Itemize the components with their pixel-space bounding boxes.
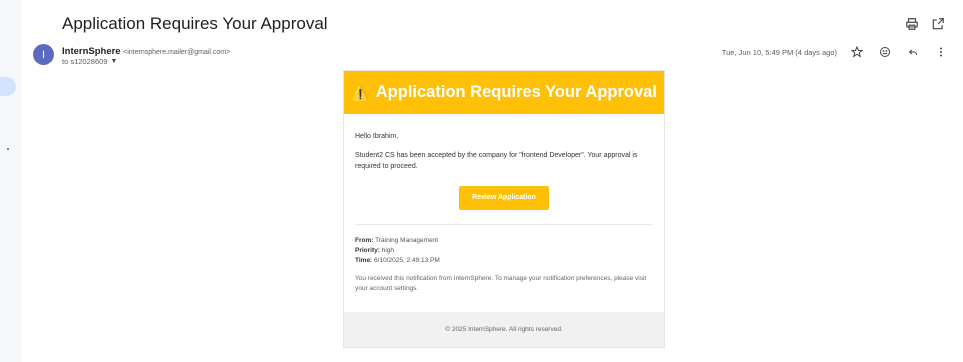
priority-value: high — [381, 247, 395, 254]
card-body: Hello Ibrahim, Student2 CS has been acce… — [344, 114, 664, 294]
recipient-details[interactable]: to s12028609 ▼ — [62, 57, 117, 66]
reply-icon[interactable] — [905, 44, 921, 60]
recipient-label: to s12028609 — [62, 57, 108, 66]
sender-line: InternSphere <internsphere.mailer@gmail.… — [62, 46, 230, 57]
left-rail — [0, 0, 22, 362]
notification-details: From: Training Management Priority: high… — [355, 236, 653, 266]
sender-email: <internsphere.mailer@gmail.com> — [123, 49, 231, 56]
card-footer: © 2025 InternSphere. All rights reserved… — [344, 312, 664, 347]
emoji-icon[interactable] — [877, 44, 893, 60]
divider — [355, 224, 653, 225]
time-value: 6/10/2025, 2:49:13 PM — [374, 257, 440, 264]
button-wrap: Review Application — [355, 186, 653, 210]
star-icon[interactable] — [849, 44, 865, 60]
notice-text: You received this notification from Inte… — [355, 275, 647, 292]
priority-row: Priority: high — [355, 246, 653, 256]
print-icon[interactable] — [904, 16, 920, 32]
rail-tab[interactable] — [0, 77, 16, 96]
card-header: ⚠️ Application Requires Your Approval — [344, 71, 664, 114]
card-title: Application Requires Your Approval — [375, 83, 657, 101]
time-row: Time: 6/10/2025, 2:49:13 PM — [355, 256, 653, 266]
message-meta: Tue, Jun 10, 5:49 PM (4 days ago) — [722, 44, 949, 60]
chevron-down-icon[interactable]: ▼ — [110, 58, 117, 65]
email-subject: Application Requires Your Approval — [62, 14, 328, 33]
more-vert-icon[interactable] — [933, 44, 949, 60]
email-card: ⚠️ Application Requires Your Approval He… — [343, 70, 665, 348]
header-actions — [904, 16, 946, 32]
warning-icon: ⚠️ — [351, 84, 370, 102]
message-date: Tue, Jun 10, 5:49 PM (4 days ago) — [721, 47, 837, 57]
time-label: Time: — [355, 257, 373, 264]
message-text: Student2 CS has been accepted by the com… — [355, 152, 638, 170]
rail-dot — [7, 148, 9, 150]
from-row: From: Training Management — [355, 236, 653, 246]
greeting: Hello Ibrahim, — [355, 133, 399, 140]
avatar[interactable]: I — [33, 44, 54, 65]
open-in-new-icon[interactable] — [930, 16, 946, 32]
review-application-button[interactable]: Review Application — [459, 186, 549, 210]
from-label: From: — [355, 237, 374, 244]
from-value: Training Management — [375, 237, 439, 244]
sender-name[interactable]: InternSphere — [62, 46, 121, 57]
priority-label: Priority: — [355, 247, 380, 254]
